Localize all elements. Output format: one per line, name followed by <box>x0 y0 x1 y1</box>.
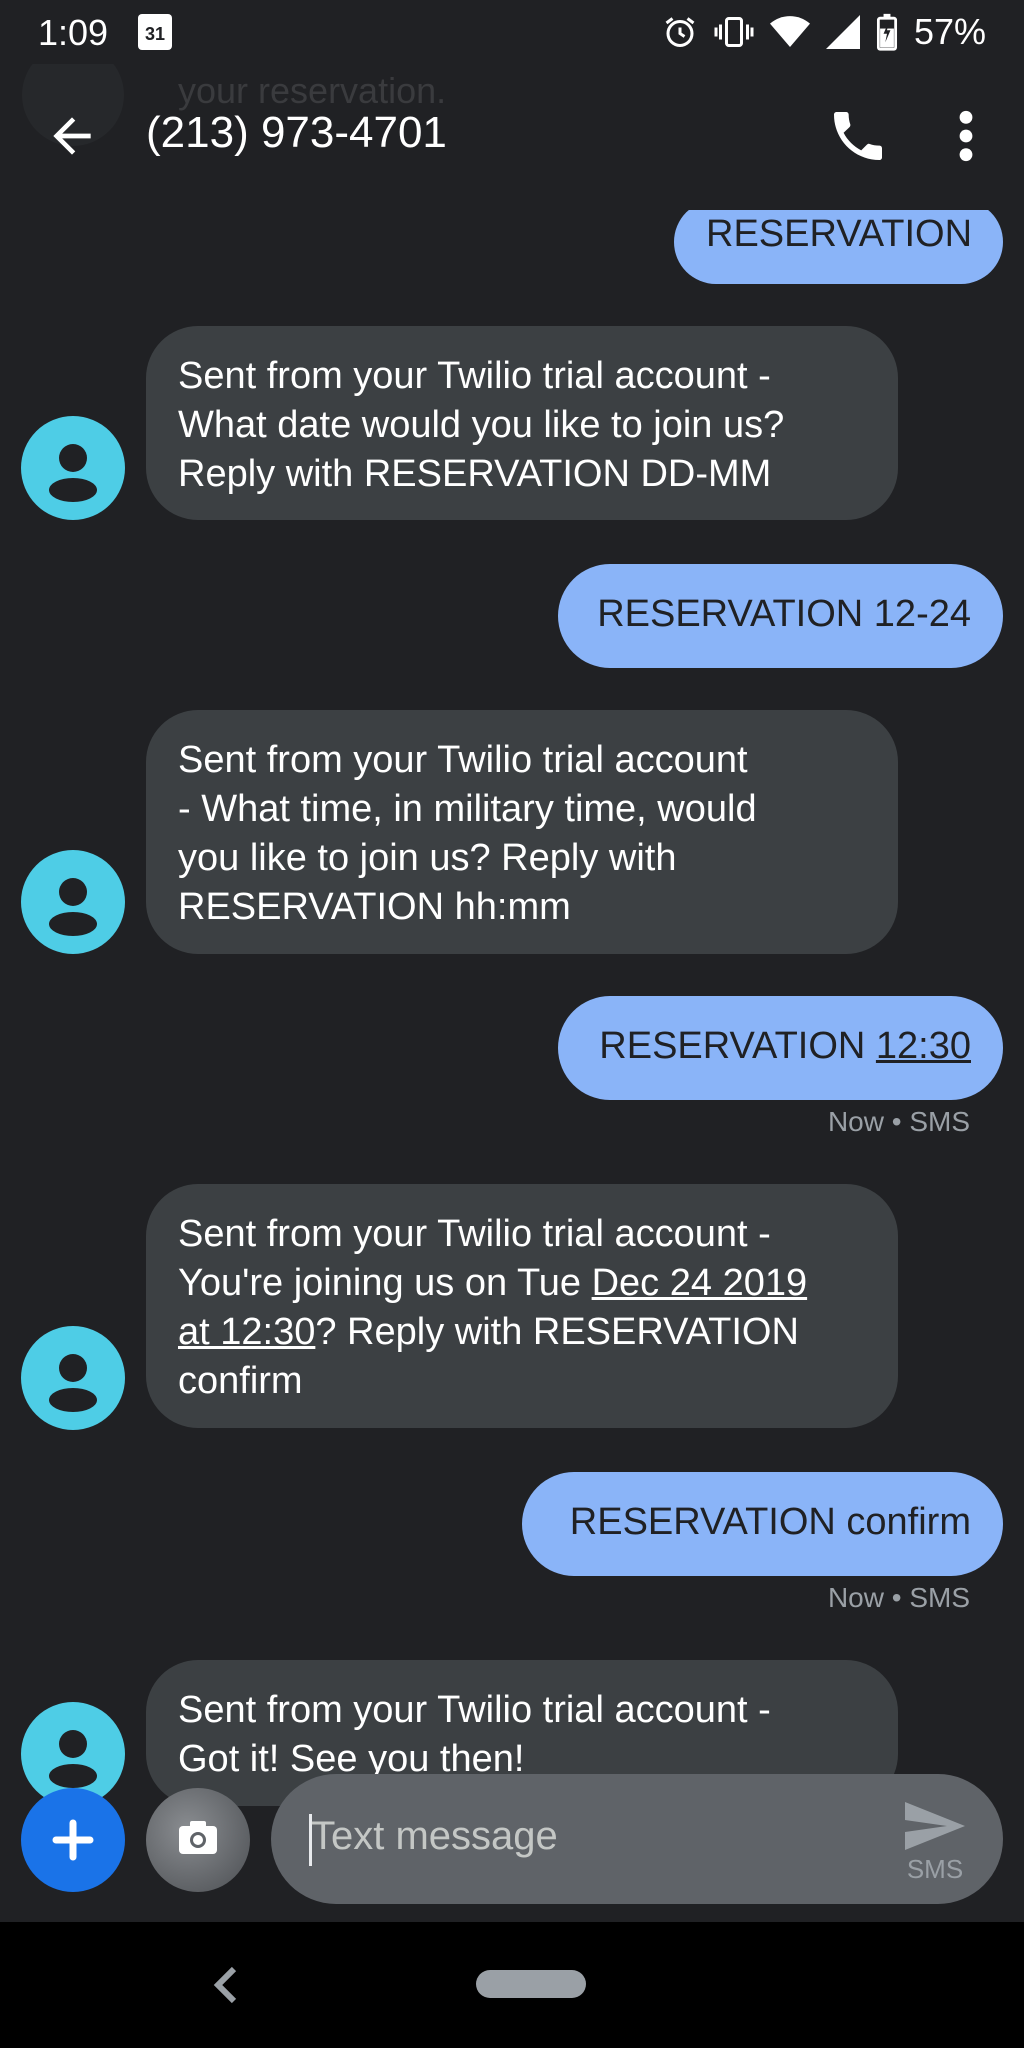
incoming-message[interactable]: Sent from your Twilio trial account - Wh… <box>146 326 898 520</box>
person-icon <box>49 1354 97 1412</box>
outgoing-message[interactable]: RESERVATION 12:30 <box>558 996 1003 1100</box>
outgoing-message[interactable]: RESERVATION <box>674 200 1003 284</box>
camera-button[interactable] <box>146 1788 250 1892</box>
incoming-message[interactable]: Sent from your Twilio trial account - Yo… <box>146 1184 898 1428</box>
battery-icon <box>876 13 897 51</box>
time-link[interactable]: 12:30 <box>876 1025 971 1067</box>
message-status: Now • SMS <box>827 1106 970 1137</box>
battery-percentage: 57% <box>913 11 986 52</box>
vibrate-icon <box>714 17 754 47</box>
app-bar: your reservation. (213) 973-4701 <box>0 44 1024 210</box>
message-input[interactable]: Text message SMS <box>271 1774 1003 1904</box>
add-attachment-button[interactable] <box>21 1788 125 1892</box>
signal-icon <box>825 15 860 49</box>
camera-icon <box>179 1821 217 1854</box>
message-input-placeholder: Text message <box>311 1814 558 1858</box>
status-icons: 57% <box>662 10 986 54</box>
phone-call-icon[interactable] <box>826 104 890 168</box>
nav-back-icon[interactable] <box>206 1960 246 2010</box>
contact-title: (213) 973-4701 <box>146 108 447 157</box>
outgoing-message[interactable]: RESERVATION confirm <box>522 1472 1003 1576</box>
plus-icon <box>52 1819 94 1861</box>
date-link[interactable]: Dec 24 2019 <box>592 1262 808 1304</box>
send-button[interactable]: SMS <box>897 1792 973 1892</box>
more-options-icon[interactable] <box>940 104 992 168</box>
time-link[interactable]: at 12:30 <box>178 1311 315 1353</box>
send-icon <box>905 1802 965 1850</box>
status-time: 1:09 <box>38 12 109 53</box>
person-icon <box>49 878 97 936</box>
calendar-icon: 31 <box>138 14 172 50</box>
message-status: Now • SMS <box>827 1582 970 1613</box>
system-navigation-bar <box>0 1922 1024 2048</box>
back-arrow-icon[interactable] <box>44 108 100 164</box>
outgoing-message[interactable]: RESERVATION 12-24 <box>558 564 1003 668</box>
contact-avatar[interactable] <box>21 1326 125 1430</box>
scrolled-message-text: your reservation. <box>178 70 447 111</box>
contact-avatar[interactable] <box>21 850 125 954</box>
person-icon <box>49 444 97 502</box>
status-bar: 1:09 31 57% <box>0 0 1024 64</box>
alarm-icon <box>665 17 695 47</box>
send-type-label: SMS <box>906 1854 964 1884</box>
incoming-message[interactable]: Sent from your Twilio trial account - Wh… <box>146 710 898 954</box>
wifi-icon <box>769 16 810 47</box>
home-pill[interactable] <box>476 1970 586 1998</box>
contact-avatar[interactable] <box>21 416 125 520</box>
